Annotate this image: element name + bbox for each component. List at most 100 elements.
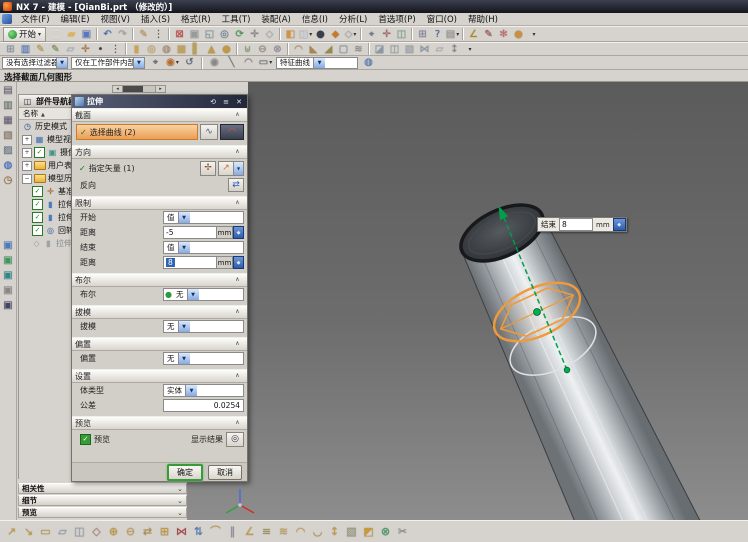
edge-blend-icon[interactable]: ◠ xyxy=(291,43,306,56)
move-edge-icon[interactable]: ≡ xyxy=(259,524,274,539)
group-face-icon[interactable]: ◩ xyxy=(361,524,376,539)
zoom-view-icon[interactable]: ◎ xyxy=(217,28,232,41)
menu-item-2[interactable]: 视图(V) xyxy=(96,12,135,26)
revolve-feature-icon[interactable]: ◎ xyxy=(144,43,159,56)
collapse-icon[interactable] xyxy=(231,418,244,429)
roles-book-icon[interactable]: ▥ xyxy=(18,43,33,56)
paste-face-icon[interactable]: ⊖ xyxy=(123,524,138,539)
menu-item-3[interactable]: 插入(S) xyxy=(136,12,175,26)
ok-button[interactable]: 确定 xyxy=(167,463,203,481)
preview-group-header[interactable]: 预览 xyxy=(72,416,247,430)
reuse-library-tab-icon[interactable]: ▧ xyxy=(1,129,15,142)
extrude-feature-icon[interactable]: ▮ xyxy=(129,43,144,56)
menu-item-6[interactable]: 装配(A) xyxy=(256,12,295,26)
offset-combo[interactable]: 无 xyxy=(163,352,244,365)
undo-arrow-icon[interactable]: ↶ xyxy=(100,28,115,41)
vector-dialog-button[interactable]: ✢ xyxy=(200,160,216,176)
feature-checkbox[interactable] xyxy=(32,225,43,236)
block-feature-icon[interactable]: ▦ xyxy=(174,43,189,56)
web-browser-tab-icon[interactable]: ◍ xyxy=(1,159,15,172)
replace-blend-icon[interactable]: ◠ xyxy=(293,524,308,539)
copy-face-icon[interactable]: ⊕ xyxy=(106,524,121,539)
offset-edge-icon[interactable]: ≋ xyxy=(276,524,291,539)
system-scene-tab-icon[interactable]: ▣ xyxy=(1,284,15,297)
delete-face-icon[interactable]: ◇ xyxy=(89,524,104,539)
selection-filter-combo[interactable]: 没有选择过滤器 xyxy=(2,56,68,69)
chevron-down-icon[interactable] xyxy=(185,385,197,396)
chevron-down-icon[interactable] xyxy=(177,321,190,332)
expand-icon[interactable]: + xyxy=(22,160,32,171)
snap-point-icon[interactable]: ⌖ xyxy=(364,28,379,41)
selection-ball-icon[interactable]: ◍ xyxy=(361,56,376,69)
collapse-icon[interactable] xyxy=(231,147,244,158)
toolbar-more-icon[interactable] xyxy=(526,28,541,41)
immersive-display-icon[interactable]: ▣ xyxy=(187,28,202,41)
extrude-dialog-titlebar[interactable]: 拉伸 xyxy=(72,95,247,108)
end-distance-input[interactable]: 8 xyxy=(559,218,593,231)
graphics-viewport[interactable] xyxy=(187,82,748,520)
body-type-combo[interactable]: 实体 xyxy=(163,384,244,397)
trim-body-icon[interactable]: ◪ xyxy=(372,43,387,56)
section-group-header[interactable]: 截面 xyxy=(72,108,247,122)
feature-diamond-icon[interactable]: ◇ xyxy=(32,239,41,248)
start-distance-input[interactable]: -5 xyxy=(163,226,217,239)
zoom-window-icon[interactable]: ◱ xyxy=(202,28,217,41)
settings-group-header[interactable]: 设置 xyxy=(72,369,247,383)
chevron-down-icon[interactable] xyxy=(177,242,190,253)
sketch-in-task-icon[interactable]: ✎ xyxy=(48,43,63,56)
start-button[interactable]: 开始 xyxy=(3,26,47,42)
shell-feature-icon[interactable]: ▢ xyxy=(336,43,351,56)
feature-checkbox[interactable] xyxy=(32,212,43,223)
sphere-feature-icon[interactable]: ● xyxy=(219,43,234,56)
display-part-icon[interactable]: ⊞ xyxy=(3,43,18,56)
shaded-style-icon[interactable]: ◨ xyxy=(298,28,313,41)
unite-boolean-icon[interactable]: ⊎ xyxy=(240,43,255,56)
menu-item-0[interactable]: 文件(F) xyxy=(16,12,55,26)
feature-checkbox[interactable] xyxy=(32,186,43,197)
chevron-down-icon[interactable] xyxy=(132,57,144,68)
scroll-thumb[interactable] xyxy=(123,86,143,92)
menu-item-8[interactable]: 分析(L) xyxy=(334,12,372,26)
collapse-icon[interactable] xyxy=(231,110,244,121)
perspective-view-icon[interactable]: ◇ xyxy=(262,28,277,41)
help-cue-icon[interactable]: ? xyxy=(430,28,445,41)
expand-icon[interactable]: + xyxy=(22,134,32,145)
edit-section-icon[interactable]: ⊗ xyxy=(378,524,393,539)
touch-panel-tab-icon[interactable]: ▣ xyxy=(1,239,15,252)
show-result-button[interactable]: ◎ xyxy=(226,431,244,447)
chevron-down-icon[interactable] xyxy=(177,212,190,223)
view-orient-icon[interactable]: ▤ xyxy=(445,28,460,41)
menu-item-1[interactable]: 编辑(E) xyxy=(56,12,95,26)
end-distance-unit[interactable]: mm xyxy=(217,256,233,269)
specify-vector-field[interactable]: ✓ 指定矢量 (1) xyxy=(76,163,198,174)
chevron-down-icon[interactable] xyxy=(186,289,199,300)
snap-magnet-icon[interactable]: ◉ xyxy=(207,56,222,69)
hole-feature-icon[interactable]: ◍ xyxy=(159,43,174,56)
selection-scope-combo[interactable]: 仅在工作部件内部 xyxy=(71,56,145,69)
reorder-blend-icon[interactable]: ↕ xyxy=(327,524,342,539)
feature-checkbox[interactable] xyxy=(34,147,45,158)
process-studio-tab-icon[interactable]: ▣ xyxy=(1,254,15,267)
section-curve-icon[interactable]: ✂ xyxy=(395,524,410,539)
markup-pen-icon[interactable]: ✎ xyxy=(481,28,496,41)
split-body-icon[interactable]: ◫ xyxy=(387,43,402,56)
constraint-navigator-tab-icon[interactable]: ▦ xyxy=(1,114,15,127)
snap-arc-icon[interactable]: ◠ xyxy=(241,56,256,69)
spinner-icon[interactable] xyxy=(233,256,244,269)
general-selection-icon[interactable]: ⌖ xyxy=(148,56,163,69)
clip-section-icon[interactable]: ◫ xyxy=(394,28,409,41)
dialog-close-icon[interactable] xyxy=(234,98,244,106)
cone-feature-icon[interactable]: ▲ xyxy=(204,43,219,56)
collapse-icon[interactable] xyxy=(231,371,244,382)
history-tab-icon[interactable]: ◷ xyxy=(1,174,15,187)
end-type-combo[interactable]: 值 xyxy=(163,241,244,254)
feature-checkbox[interactable] xyxy=(32,199,43,210)
sew-body-icon[interactable]: ⋈ xyxy=(417,43,432,56)
collapse-icon[interactable]: − xyxy=(22,173,32,184)
pattern-face-icon[interactable]: ⊞ xyxy=(157,524,172,539)
new-file-icon[interactable]: ▢ xyxy=(49,28,64,41)
datum-csys-icon[interactable]: ✛ xyxy=(78,43,93,56)
menu-item-10[interactable]: 窗口(O) xyxy=(422,12,462,26)
open-folder-icon[interactable]: ▰ xyxy=(64,28,79,41)
dependencies-section[interactable]: 相关性 xyxy=(18,483,187,494)
